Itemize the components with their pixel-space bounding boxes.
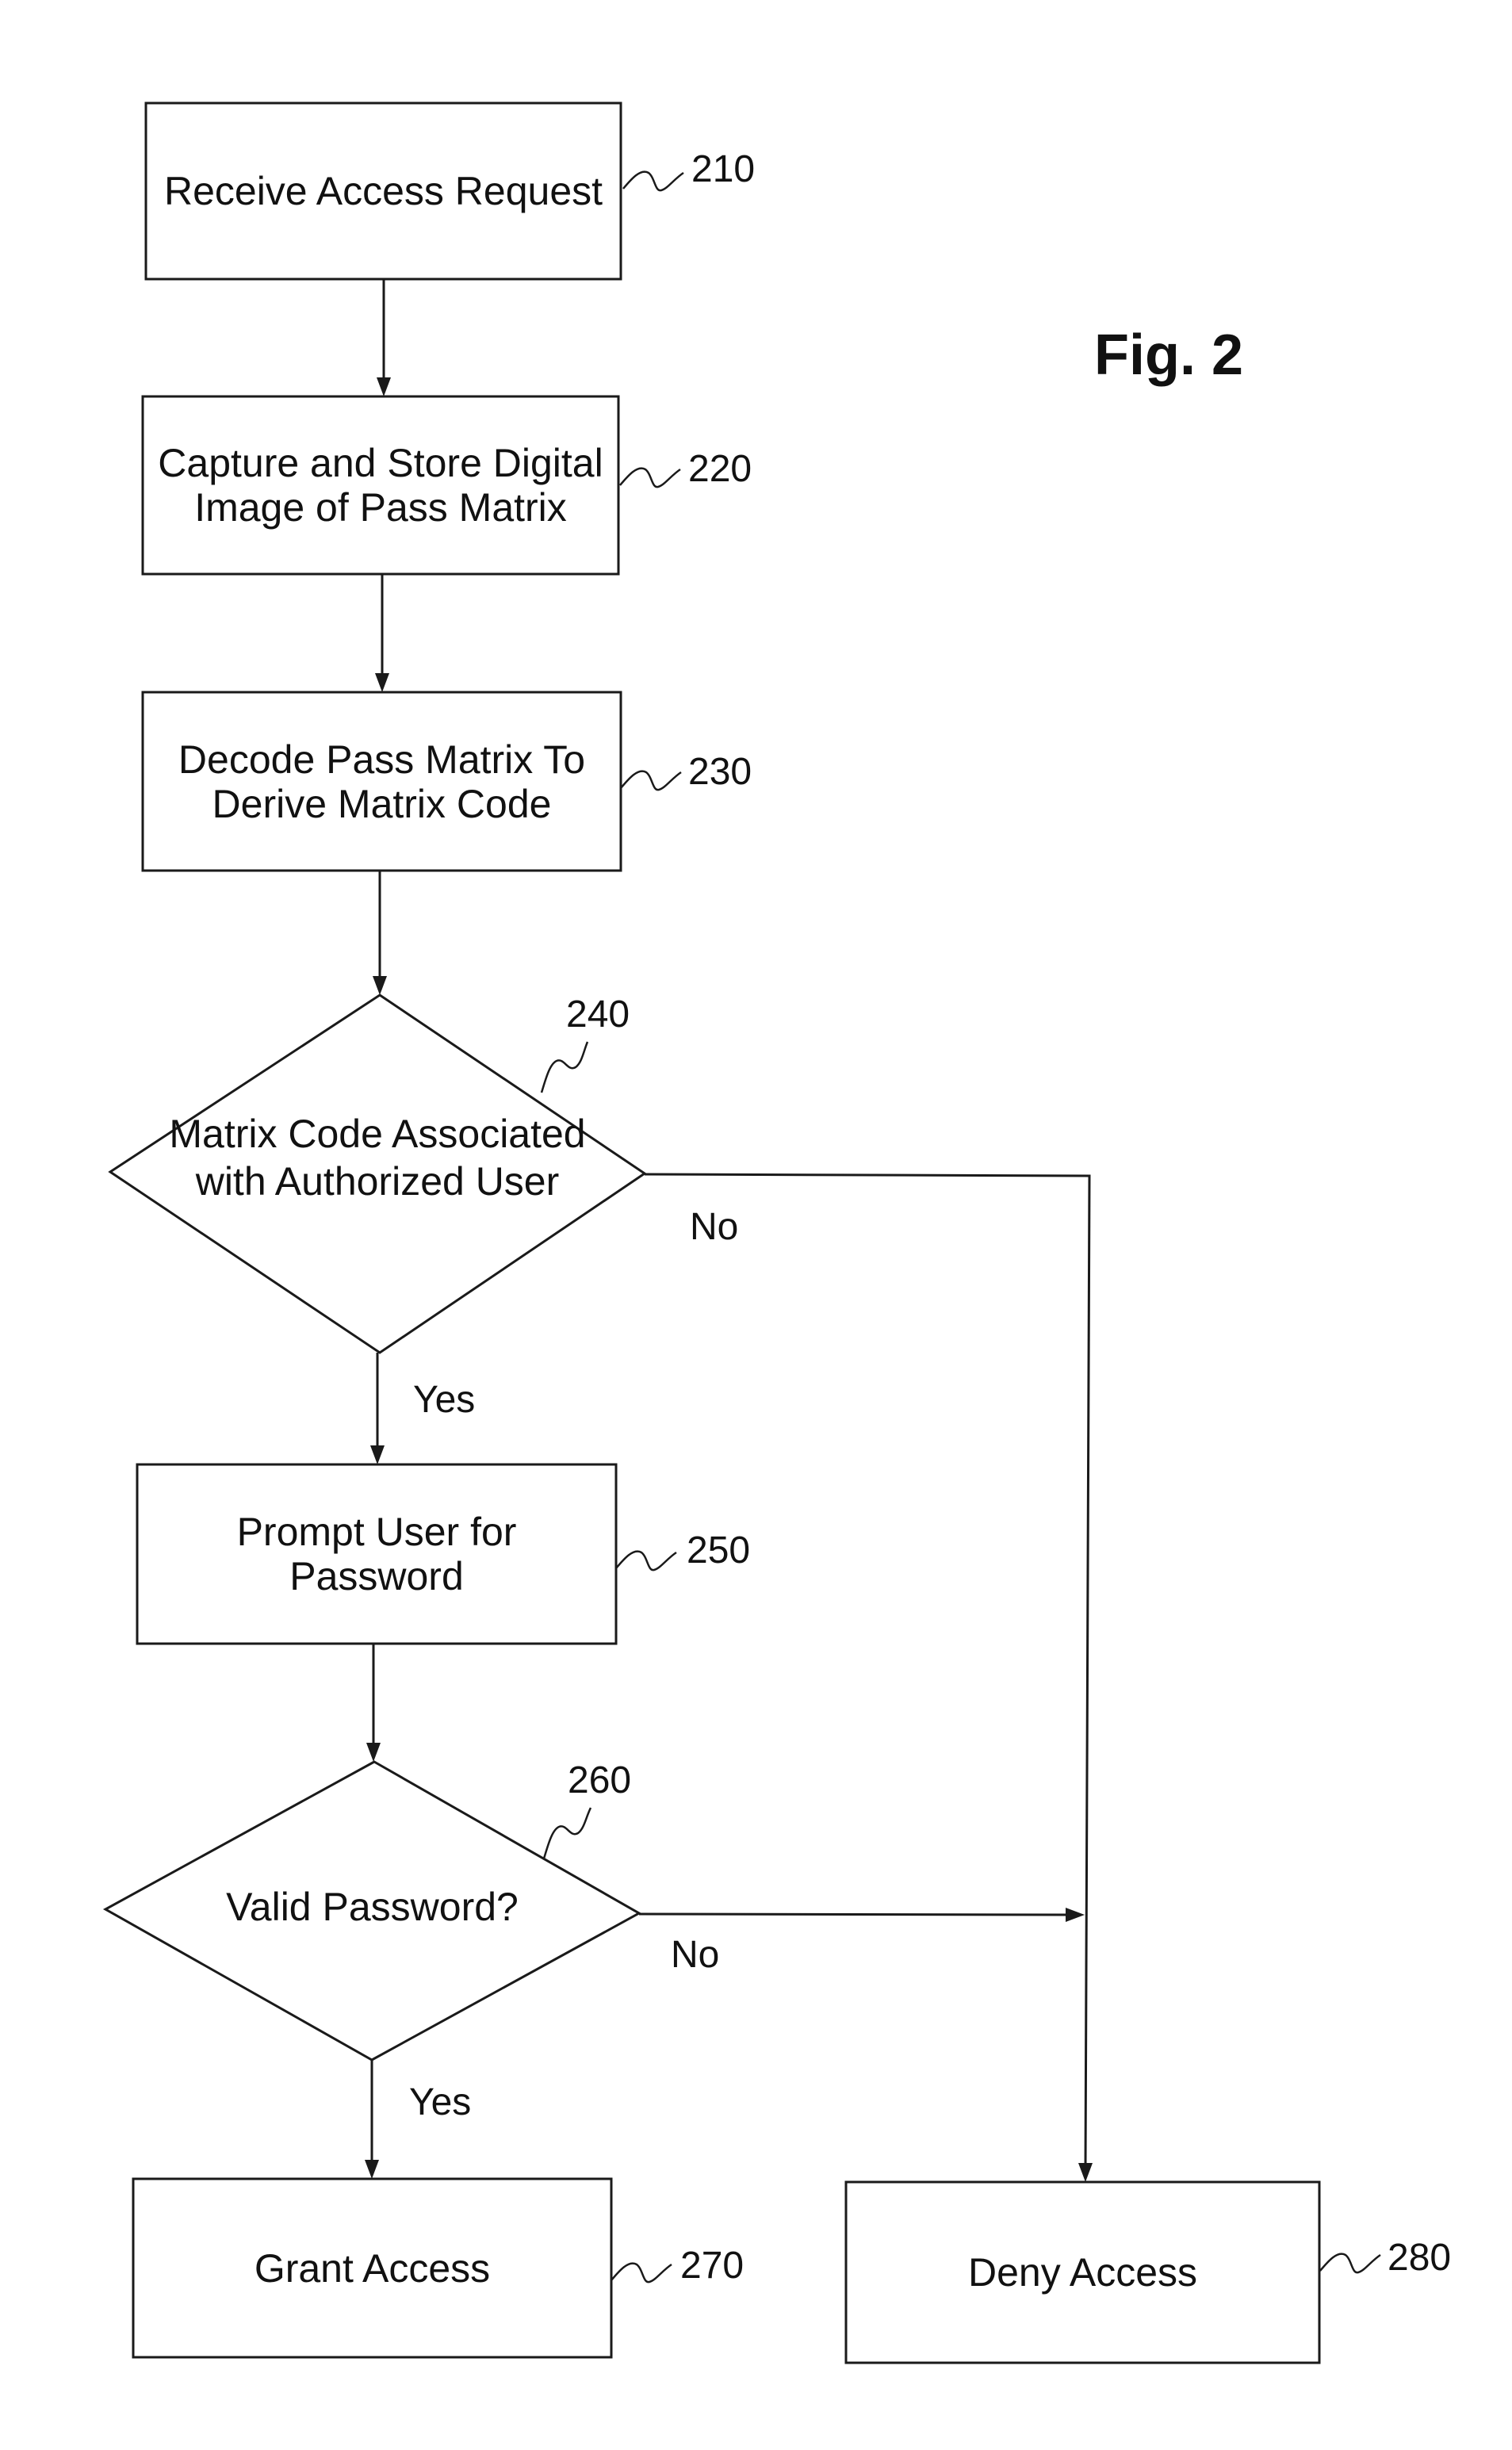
branch-label-240-yes: Yes bbox=[413, 1379, 476, 1421]
ref-numeral-280: 280 bbox=[1388, 2237, 1452, 2279]
leader-squiggle-260 bbox=[542, 1807, 592, 1859]
ref-numeral-230: 230 bbox=[688, 751, 752, 793]
ref-numeral-250: 250 bbox=[687, 1529, 751, 1571]
arrowhead-240-280 bbox=[1078, 2163, 1093, 2182]
node-210-line-1: Receive Access Request bbox=[163, 169, 603, 213]
connector-260-280-no bbox=[638, 1912, 1073, 1916]
branch-label-260-yes: Yes bbox=[409, 2081, 472, 2123]
leader-squiggle-250 bbox=[615, 1550, 677, 1571]
ref-numeral-210: 210 bbox=[691, 148, 756, 190]
branch-label-240-no: No bbox=[690, 1206, 739, 1248]
node-text-240: Matrix Code Associated with Authorized U… bbox=[110, 1106, 645, 1209]
node-270-line-1: Grant Access bbox=[254, 2245, 491, 2291]
branch-label-260-no: No bbox=[671, 1934, 720, 1976]
figure-title: Fig. 2 bbox=[1094, 323, 1244, 387]
leader-squiggle-220 bbox=[619, 467, 681, 488]
arrowhead-250-260 bbox=[366, 1743, 381, 1762]
node-220-line-1: Capture and Store Digital bbox=[158, 441, 603, 485]
arrowhead-230-240 bbox=[373, 976, 387, 995]
ref-numeral-270: 270 bbox=[680, 2245, 745, 2287]
node-260-line-1: Valid Password? bbox=[226, 1885, 519, 1929]
leader-squiggle-240 bbox=[540, 1041, 589, 1093]
node-230-line-2: Derive Matrix Code bbox=[212, 781, 552, 826]
ref-numeral-260: 260 bbox=[568, 1759, 632, 1801]
leader-squiggle-230 bbox=[620, 770, 682, 791]
leader-squiggle-210 bbox=[622, 170, 684, 192]
leader-squiggle-280 bbox=[1319, 2253, 1381, 2274]
node-text-270: Grant Access bbox=[133, 2179, 611, 2357]
node-text-280: Deny Access bbox=[846, 2182, 1319, 2363]
node-240-line-2: with Authorized User bbox=[195, 1159, 560, 1204]
leader-squiggle-270 bbox=[611, 2262, 672, 2283]
node-text-210: Receive Access Request bbox=[146, 103, 621, 279]
node-230-line-1: Decode Pass Matrix To bbox=[178, 737, 586, 782]
node-text-250: Prompt User for Password bbox=[137, 1464, 616, 1644]
ref-numeral-220: 220 bbox=[688, 448, 752, 490]
node-280-line-1: Deny Access bbox=[967, 2250, 1197, 2295]
arrowhead-260-270 bbox=[365, 2160, 379, 2179]
arrowhead-260-280 bbox=[1066, 1908, 1085, 1922]
connector-240-280-no bbox=[644, 1173, 1091, 2170]
node-240-line-1: Matrix Code Associated bbox=[169, 1112, 586, 1156]
node-250-line-1: Prompt User for bbox=[236, 1510, 517, 1554]
node-text-260: Valid Password? bbox=[105, 1879, 639, 1935]
node-text-230: Decode Pass Matrix To Derive Matrix Code bbox=[143, 692, 621, 871]
arrowhead-240-250 bbox=[370, 1445, 385, 1464]
flowchart-canvas bbox=[102, 101, 1381, 2364]
ref-numeral-240: 240 bbox=[566, 993, 630, 1036]
arrowhead-210-220 bbox=[377, 377, 391, 396]
arrowhead-220-230 bbox=[375, 673, 389, 692]
node-250-line-2: Password bbox=[289, 1554, 464, 1598]
node-220-line-2: Image of Pass Matrix bbox=[194, 485, 567, 530]
node-text-220: Capture and Store Digital Image of Pass … bbox=[143, 396, 618, 574]
